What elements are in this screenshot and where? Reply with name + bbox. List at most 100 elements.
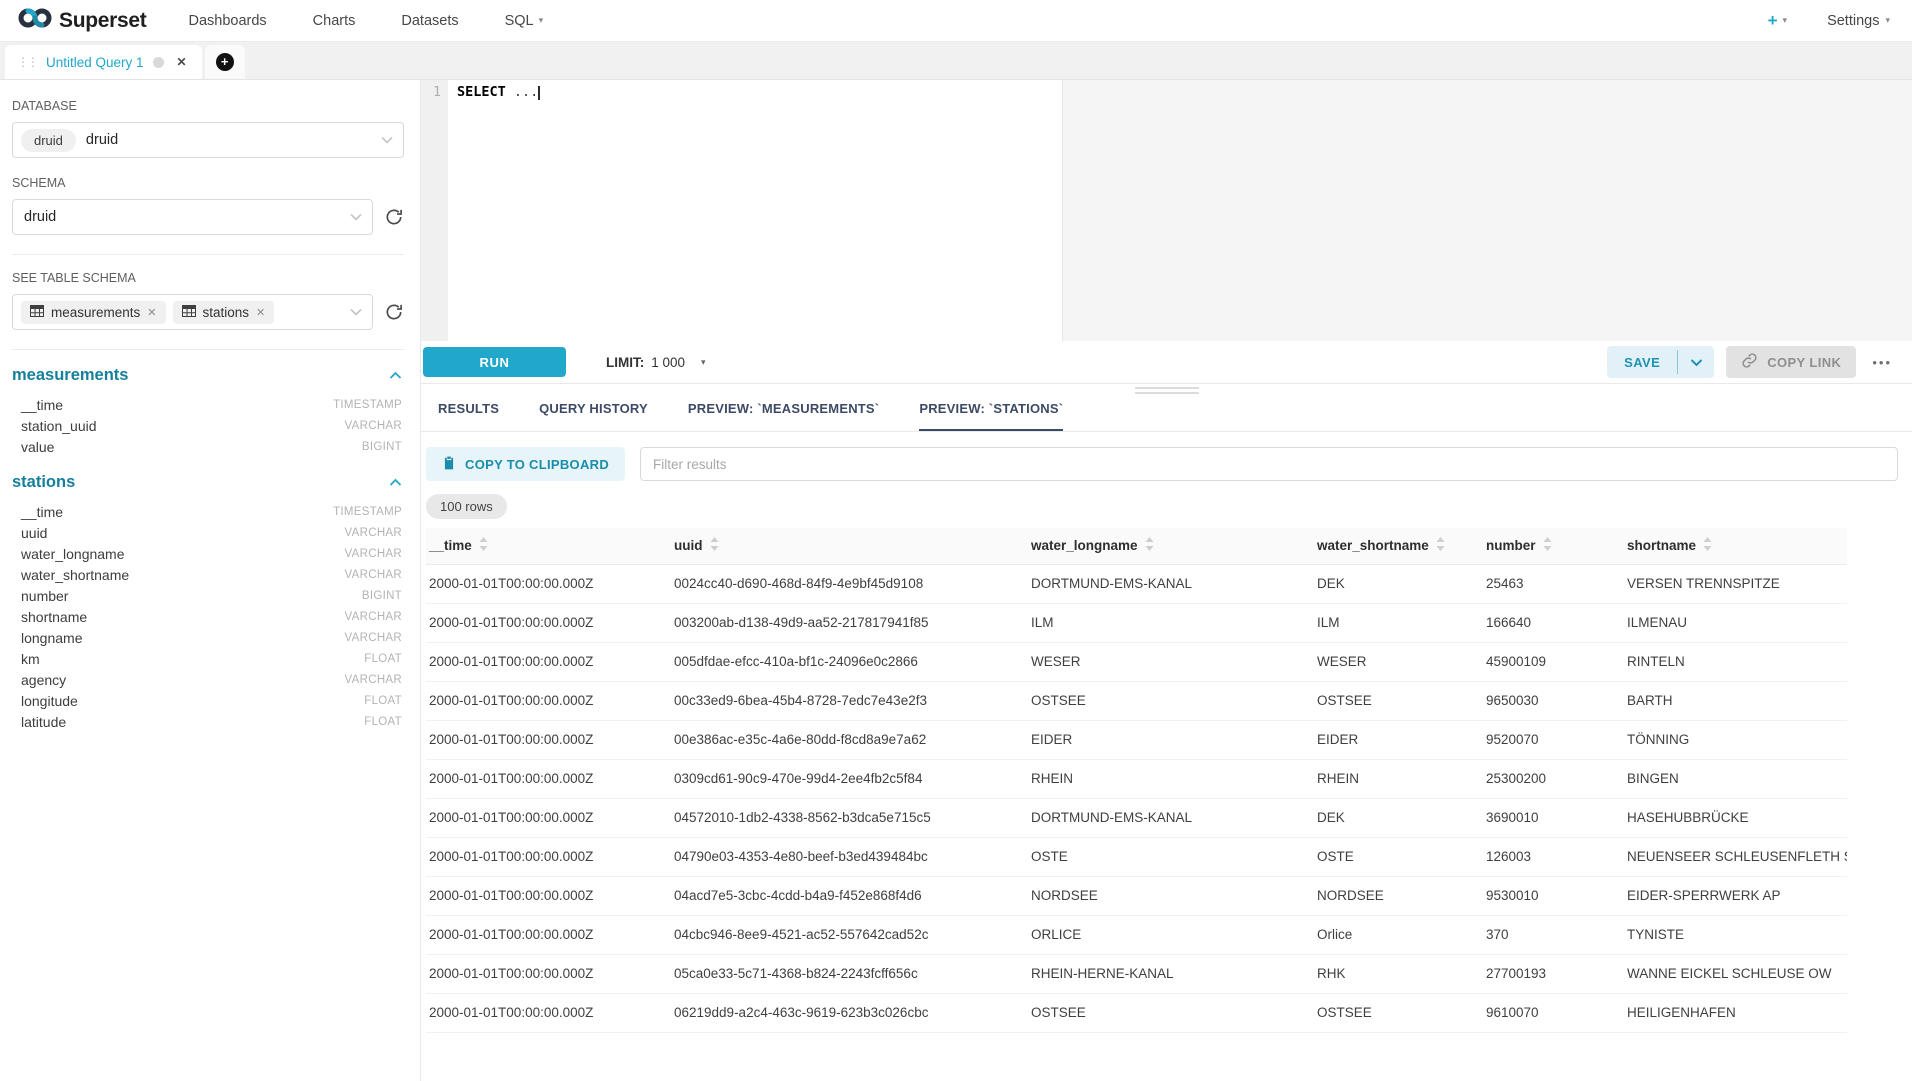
tab-query-history[interactable]: QUERY HISTORY <box>539 401 648 431</box>
limit-dropdown[interactable]: LIMIT: 1 000 ▾ <box>606 355 706 370</box>
remove-chip-icon[interactable]: ✕ <box>256 306 265 319</box>
sidebar-divider <box>12 254 404 255</box>
table-schema-select[interactable]: measurements ✕ stations ✕ <box>12 294 373 330</box>
schema-select[interactable]: druid <box>12 199 373 235</box>
column-header[interactable]: water_longname <box>1028 528 1314 564</box>
sort-icon[interactable] <box>710 537 719 554</box>
copy-to-clipboard-button[interactable]: COPY TO CLIPBOARD <box>426 447 625 481</box>
stations-column-list: __time TIMESTAMP uuid VARCHAR water_long… <box>12 501 404 732</box>
column-name: shortname <box>21 609 87 625</box>
database-select[interactable]: druid druid <box>12 122 404 158</box>
nav-item-sql[interactable]: SQL ▾ <box>505 13 544 29</box>
schema-table-stations[interactable]: stations <box>12 473 75 492</box>
query-tab-active[interactable]: ⋮⋮ Untitled Query 1 ✕ <box>5 45 202 79</box>
cell-number: 25300200 <box>1483 759 1624 798</box>
column-header[interactable]: __time <box>426 528 671 564</box>
results-toolbar: COPY TO CLIPBOARD <box>421 432 1912 481</box>
column-name: longname <box>21 630 83 646</box>
schema-column-row: __time TIMESTAMP <box>12 394 404 415</box>
save-button[interactable]: SAVE <box>1607 346 1677 378</box>
sort-icon[interactable] <box>1543 537 1552 554</box>
cell-water-longname: NORDSEE <box>1028 876 1314 915</box>
sqllab-sidebar: DATABASE druid druid SCHEMA druid <box>0 80 421 1081</box>
more-menu-button[interactable]: ••• <box>1868 355 1896 370</box>
save-button-group: SAVE <box>1607 346 1714 378</box>
tab-preview-stations[interactable]: PREVIEW: `STATIONS` <box>919 401 1063 431</box>
editor-code[interactable]: SELECT ... <box>448 80 540 341</box>
cell-water-longname: ORLICE <box>1028 915 1314 954</box>
cell-water-longname: EIDER <box>1028 720 1314 759</box>
chevron-up-icon[interactable] <box>389 474 402 492</box>
nav-item-datasets[interactable]: Datasets <box>401 13 458 29</box>
superset-brand[interactable]: Superset <box>18 7 146 34</box>
column-type: BIGINT <box>362 590 402 602</box>
table-row: 2000-01-01T00:00:00.000Z 04572010-1db2-4… <box>426 798 1847 837</box>
cell-time: 2000-01-01T00:00:00.000Z <box>426 876 671 915</box>
cell-number: 27700193 <box>1483 954 1624 993</box>
sort-icon[interactable] <box>479 537 488 554</box>
schema-table-measurements[interactable]: measurements <box>12 366 128 385</box>
cell-water-longname: DORTMUND-EMS-KANAL <box>1028 564 1314 603</box>
tab-results[interactable]: RESULTS <box>438 401 499 431</box>
remove-chip-icon[interactable]: ✕ <box>147 306 156 319</box>
results-tabs: RESULTS QUERY HISTORY PREVIEW: `MEASUREM… <box>421 384 1912 432</box>
tab-preview-measurements[interactable]: PREVIEW: `MEASUREMENTS` <box>688 401 879 431</box>
column-header[interactable]: uuid <box>671 528 1028 564</box>
cell-water-longname: OSTSEE <box>1028 993 1314 1032</box>
column-type: VARCHAR <box>345 674 402 686</box>
cell-time: 2000-01-01T00:00:00.000Z <box>426 681 671 720</box>
chevron-up-icon[interactable] <box>389 367 402 385</box>
filter-results-input[interactable] <box>640 447 1898 481</box>
drag-handle-icon[interactable]: ⋮⋮ <box>17 55 37 69</box>
refresh-schemas-button[interactable] <box>384 207 404 227</box>
cell-shortname: BINGEN <box>1624 759 1847 798</box>
cell-uuid: 00e386ac-e35c-4a6e-80dd-f8cd8a9e7a62 <box>671 720 1028 759</box>
add-query-tab-button[interactable]: + <box>205 45 245 79</box>
panel-resize-handle[interactable] <box>1135 387 1199 397</box>
column-header[interactable]: number <box>1483 528 1624 564</box>
sort-icon[interactable] <box>1436 537 1445 554</box>
settings-label: Settings <box>1827 13 1879 29</box>
cell-water-shortname: WESER <box>1314 642 1483 681</box>
schema-column-row: agency VARCHAR <box>12 669 404 690</box>
column-name: value <box>21 439 54 455</box>
superset-logo-icon <box>18 7 52 34</box>
query-status-dot <box>153 57 164 68</box>
cell-water-shortname: OSTSEE <box>1314 993 1483 1032</box>
refresh-tables-button[interactable] <box>384 302 404 322</box>
column-header-label: water_shortname <box>1317 538 1429 553</box>
column-header[interactable]: water_shortname <box>1314 528 1483 564</box>
settings-menu[interactable]: Settings ▾ <box>1827 13 1890 29</box>
cell-number: 9520070 <box>1483 720 1624 759</box>
new-item-menu[interactable]: + ▾ <box>1768 11 1787 31</box>
results-table-body: 2000-01-01T00:00:00.000Z 0024cc40-d690-4… <box>426 564 1847 1032</box>
database-label: DATABASE <box>12 99 404 113</box>
sql-editor[interactable]: 1 SELECT ... <box>421 80 1912 341</box>
cell-water-shortname: RHEIN <box>1314 759 1483 798</box>
cell-water-shortname: ILM <box>1314 603 1483 642</box>
table-row: 2000-01-01T00:00:00.000Z 0309cd61-90c9-4… <box>426 759 1847 798</box>
copy-link-button[interactable]: COPY LINK <box>1726 346 1856 378</box>
run-button[interactable]: RUN <box>423 347 566 377</box>
cell-uuid: 005dfdae-efcc-410a-bf1c-24096e0c2866 <box>671 642 1028 681</box>
nav-item-dashboards[interactable]: Dashboards <box>188 13 266 29</box>
sql-keyword: SELECT <box>457 84 506 100</box>
cell-number: 370 <box>1483 915 1624 954</box>
run-toolbar: RUN LIMIT: 1 000 ▾ SAVE <box>421 341 1912 384</box>
cell-water-longname: ILM <box>1028 603 1314 642</box>
cell-time: 2000-01-01T00:00:00.000Z <box>426 564 671 603</box>
cell-shortname: ILMENAU <box>1624 603 1847 642</box>
sort-icon[interactable] <box>1145 537 1154 554</box>
save-dropdown-button[interactable] <box>1678 346 1714 378</box>
cell-uuid: 04790e03-4353-4e80-beef-b3ed439484bc <box>671 837 1028 876</box>
column-name: __time <box>21 504 63 520</box>
column-header[interactable]: shortname <box>1624 528 1847 564</box>
main-nav: Dashboards Charts Datasets SQL ▾ <box>188 13 543 29</box>
table-row: 2000-01-01T00:00:00.000Z 003200ab-d138-4… <box>426 603 1847 642</box>
line-number: 1 <box>421 85 441 100</box>
nav-item-charts[interactable]: Charts <box>313 13 356 29</box>
sort-icon[interactable] <box>1703 537 1712 554</box>
column-header-label: water_longname <box>1031 538 1138 553</box>
navbar-right: + ▾ Settings ▾ <box>1768 11 1890 31</box>
close-icon[interactable]: ✕ <box>177 55 187 69</box>
